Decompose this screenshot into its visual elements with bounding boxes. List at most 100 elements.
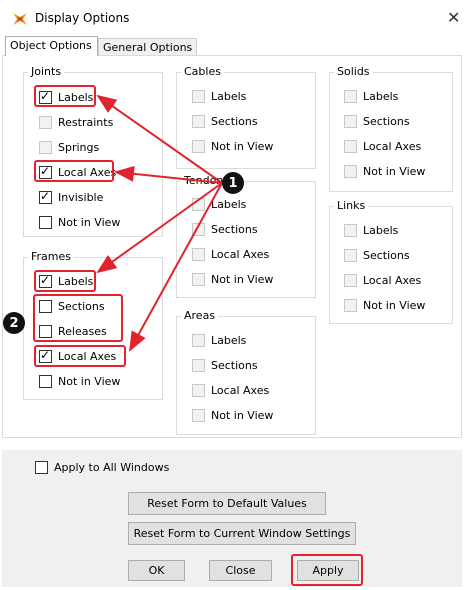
- joints-not-in-view-checkbox[interactable]: [39, 215, 52, 229]
- close-button[interactable]: Close: [209, 560, 272, 581]
- solids-not-in-view-row: Not in View: [344, 161, 449, 181]
- cables-not-in-view-checkbox: [192, 139, 205, 153]
- tab-general-options[interactable]: General Options: [98, 38, 197, 56]
- tendons-local-axes-row: Local Axes: [192, 244, 312, 264]
- solids-not-in-view-label: Not in View: [363, 164, 426, 178]
- solids-local-axes-label: Local Axes: [363, 139, 422, 153]
- checkmark-icon: ✓: [40, 188, 51, 203]
- cables-options: Labels Sections Not in View: [192, 86, 312, 161]
- solids-sections-checkbox: [344, 114, 357, 128]
- close-icon[interactable]: ✕: [447, 8, 460, 27]
- joints-not-in-view-row[interactable]: Not in View: [39, 212, 159, 232]
- solids-labels-checkbox: [344, 89, 357, 103]
- apply-all-windows-row[interactable]: Apply to All Windows: [35, 457, 169, 477]
- areas-not-in-view-row: Not in View: [192, 405, 312, 425]
- tendons-local-axes-checkbox: [192, 247, 205, 261]
- links-not-in-view-label: Not in View: [363, 298, 426, 312]
- links-labels-checkbox: [344, 223, 357, 237]
- window-title: Display Options: [35, 11, 130, 25]
- cables-sections-checkbox: [192, 114, 205, 128]
- joints-invisible-row[interactable]: ✓ Invisible: [39, 187, 159, 207]
- apply-all-windows-checkbox[interactable]: [35, 460, 48, 474]
- highlight-joints-local-axes: [34, 160, 114, 182]
- solids-group-title: Solids: [334, 65, 373, 78]
- solids-options: Labels Sections Local Axes Not in View: [344, 86, 449, 186]
- tendons-labels-checkbox: [192, 197, 205, 211]
- areas-sections-label: Sections: [211, 358, 258, 372]
- tendons-sections-checkbox: [192, 222, 205, 236]
- reset-default-button[interactable]: Reset Form to Default Values: [128, 492, 326, 515]
- joints-not-in-view-label: Not in View: [58, 215, 121, 229]
- areas-sections-checkbox: [192, 358, 205, 372]
- joints-restraints-label: Restraints: [58, 115, 114, 129]
- highlight-frames-sections-releases: [33, 294, 123, 342]
- areas-labels-row: Labels: [192, 330, 312, 350]
- solids-sections-label: Sections: [363, 114, 410, 128]
- tendons-not-in-view-label: Not in View: [211, 272, 274, 286]
- solids-labels-label: Labels: [363, 89, 399, 103]
- joints-restraints-checkbox: [39, 115, 52, 129]
- tendons-not-in-view-row: Not in View: [192, 269, 312, 289]
- areas-labels-label: Labels: [211, 333, 247, 347]
- tendons-sections-label: Sections: [211, 222, 258, 236]
- areas-not-in-view-checkbox: [192, 408, 205, 422]
- highlight-frames-local-axes: [34, 345, 126, 367]
- tab-object-options[interactable]: Object Options: [5, 36, 98, 56]
- tendons-not-in-view-checkbox: [192, 272, 205, 286]
- cables-labels-checkbox: [192, 89, 205, 103]
- cables-labels-row: Labels: [192, 86, 312, 106]
- areas-sections-row: Sections: [192, 355, 312, 375]
- links-options: Labels Sections Local Axes Not in View: [344, 220, 449, 320]
- areas-local-axes-label: Local Axes: [211, 383, 270, 397]
- links-local-axes-label: Local Axes: [363, 273, 422, 287]
- solids-labels-row: Labels: [344, 86, 449, 106]
- frames-not-in-view-label: Not in View: [58, 374, 121, 388]
- areas-labels-checkbox: [192, 333, 205, 347]
- tendons-labels-label: Labels: [211, 197, 247, 211]
- reset-current-button[interactable]: Reset Form to Current Window Settings: [128, 522, 356, 545]
- joints-springs-label: Springs: [58, 140, 100, 154]
- links-local-axes-checkbox: [344, 273, 357, 287]
- links-group-title: Links: [334, 199, 369, 212]
- joints-restraints-row: Restraints: [39, 112, 159, 132]
- ok-button[interactable]: OK: [128, 560, 185, 581]
- tendons-sections-row: Sections: [192, 219, 312, 239]
- solids-local-axes-row: Local Axes: [344, 136, 449, 156]
- links-sections-label: Sections: [363, 248, 410, 262]
- highlight-joints-labels: [34, 85, 96, 107]
- tendons-local-axes-label: Local Axes: [211, 247, 270, 261]
- areas-not-in-view-label: Not in View: [211, 408, 274, 422]
- frames-not-in-view-row[interactable]: Not in View: [39, 371, 159, 391]
- cables-not-in-view-row: Not in View: [192, 136, 312, 156]
- solids-sections-row: Sections: [344, 111, 449, 131]
- tendons-labels-row: Labels: [192, 194, 312, 214]
- links-not-in-view-checkbox: [344, 298, 357, 312]
- links-labels-row: Labels: [344, 220, 449, 240]
- joints-springs-checkbox: [39, 140, 52, 154]
- frames-not-in-view-checkbox[interactable]: [39, 374, 52, 388]
- joints-invisible-label: Invisible: [58, 190, 104, 204]
- areas-local-axes-checkbox: [192, 383, 205, 397]
- apply-all-windows-label: Apply to All Windows: [54, 460, 170, 474]
- links-not-in-view-row: Not in View: [344, 295, 449, 315]
- highlight-apply-button: [291, 554, 363, 586]
- cables-sections-label: Sections: [211, 114, 258, 128]
- callout-badge-1: 1: [222, 172, 244, 194]
- cables-sections-row: Sections: [192, 111, 312, 131]
- joints-springs-row: Springs: [39, 137, 159, 157]
- links-sections-row: Sections: [344, 245, 449, 265]
- links-local-axes-row: Local Axes: [344, 270, 449, 290]
- areas-options: Labels Sections Local Axes Not in View: [192, 330, 312, 430]
- cables-group-title: Cables: [181, 65, 224, 78]
- app-logo-icon: [13, 13, 27, 25]
- links-labels-label: Labels: [363, 223, 399, 237]
- areas-local-axes-row: Local Axes: [192, 380, 312, 400]
- areas-group-title: Areas: [181, 309, 219, 322]
- links-sections-checkbox: [344, 248, 357, 262]
- solids-local-axes-checkbox: [344, 139, 357, 153]
- frames-group-title: Frames: [28, 250, 75, 263]
- highlight-frames-labels: [34, 270, 96, 292]
- joints-invisible-checkbox[interactable]: ✓: [39, 188, 52, 204]
- callout-badge-2: 2: [3, 312, 25, 334]
- solids-not-in-view-checkbox: [344, 164, 357, 178]
